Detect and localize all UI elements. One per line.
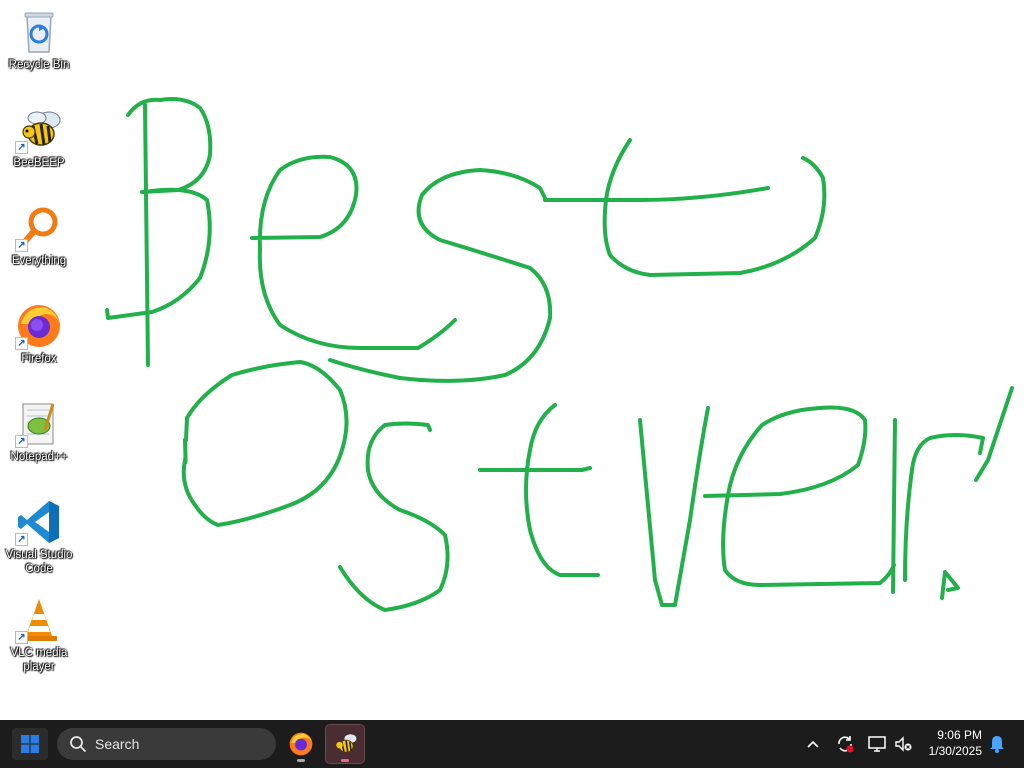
stroke-b-lower [105, 187, 212, 320]
desktop-icon-recycle-bin[interactable]: Recycle Bin [0, 8, 78, 72]
desktop-icon-notepad-plus-plus[interactable]: ↗ Notepad++ [0, 400, 78, 464]
show-hidden-icons-button[interactable] [800, 730, 826, 758]
volume-muted-icon [895, 736, 912, 752]
tray-sync[interactable] [832, 730, 858, 758]
stroke-r-arm [903, 433, 985, 582]
stroke-e2 [703, 405, 896, 587]
chevron-up-icon [807, 740, 819, 748]
clock-time: 9:06 PM [937, 728, 982, 742]
stroke-t2-bar [478, 466, 592, 472]
magnifier-icon: ↗ [15, 204, 63, 252]
desktop-icon-firefox[interactable]: ↗ Firefox [0, 302, 78, 366]
windows-logo-icon [21, 735, 39, 753]
search-label: Search [95, 736, 140, 752]
desktop-icon-beebeep[interactable]: ↗ BeeBEEP [0, 106, 78, 170]
taskbar-clock[interactable]: 9:06 PM 1/30/2025 [912, 727, 982, 759]
stroke-r-stem [891, 418, 897, 594]
shortcut-arrow-icon: ↗ [15, 533, 28, 546]
bee-icon [336, 734, 357, 753]
desktop[interactable]: Recycle Bin ↗ BeeBEEP ↗ Everything ↗ Fir… [0, 0, 1024, 720]
shortcut-arrow-icon: ↗ [15, 239, 28, 252]
bell-icon [990, 736, 1004, 753]
recycle-bin-icon [15, 8, 63, 56]
desktop-icon-label: Everything [11, 255, 67, 267]
running-indicator [297, 759, 305, 762]
stroke-v [638, 406, 710, 607]
taskbar-app-firefox[interactable] [282, 725, 320, 763]
desktop-icon-vlc-media-player[interactable]: ↗ VLC media player [0, 596, 78, 674]
vscode-icon: ↗ [15, 498, 63, 546]
stroke-e [250, 154, 457, 350]
stroke-t2-curve [524, 403, 600, 577]
active-indicator [341, 759, 349, 762]
taskbar-search[interactable]: Search [57, 728, 276, 760]
stroke-b-stem [126, 97, 213, 194]
shortcut-arrow-icon: ↗ [15, 435, 28, 448]
desktop-icon-visual-studio-code[interactable]: ↗ Visual Studio Code [0, 498, 78, 576]
shortcut-arrow-icon: ↗ [15, 337, 28, 350]
desktop-icon-label: Recycle Bin [8, 59, 70, 71]
vlc-cone-icon: ↗ [15, 596, 63, 644]
sync-icon [838, 736, 854, 753]
stroke-t-bar [543, 186, 770, 202]
desktop-icon-everything[interactable]: ↗ Everything [0, 204, 78, 268]
notepad-plus-plus-icon: ↗ [15, 400, 63, 448]
shortcut-arrow-icon: ↗ [15, 631, 28, 644]
clock-date: 1/30/2025 [928, 744, 982, 758]
firefox-icon [289, 732, 313, 756]
search-icon [70, 736, 86, 752]
desktop-icon-label: BeeBEEP [13, 157, 65, 169]
tray-network[interactable] [864, 730, 890, 758]
notifications-button[interactable] [984, 730, 1010, 758]
desktop-icon-label: Notepad++ [10, 451, 68, 463]
stroke-o [181, 360, 349, 527]
firefox-icon: ↗ [15, 302, 63, 350]
stroke-exclaim [974, 386, 1014, 482]
hand-drawn-text [105, 97, 1014, 612]
network-icon [868, 736, 886, 752]
shortcut-arrow-icon: ↗ [15, 141, 28, 154]
desktop-icon-label: Visual Studio Code [5, 549, 73, 575]
start-button[interactable] [12, 728, 48, 760]
desktop-icon-label: VLC media player [10, 647, 68, 673]
bee-icon: ↗ [15, 106, 63, 154]
desktop-icon-label: Firefox [21, 353, 57, 365]
stroke-s2 [338, 421, 450, 612]
taskbar-app-beebeep[interactable] [325, 724, 365, 764]
taskbar: Search 9:06 PM 1/30/2025 [0, 720, 1024, 768]
stroke-b-spine [143, 103, 150, 367]
stroke-exclaim-dot [940, 570, 960, 600]
stroke-t-curve [602, 138, 827, 277]
